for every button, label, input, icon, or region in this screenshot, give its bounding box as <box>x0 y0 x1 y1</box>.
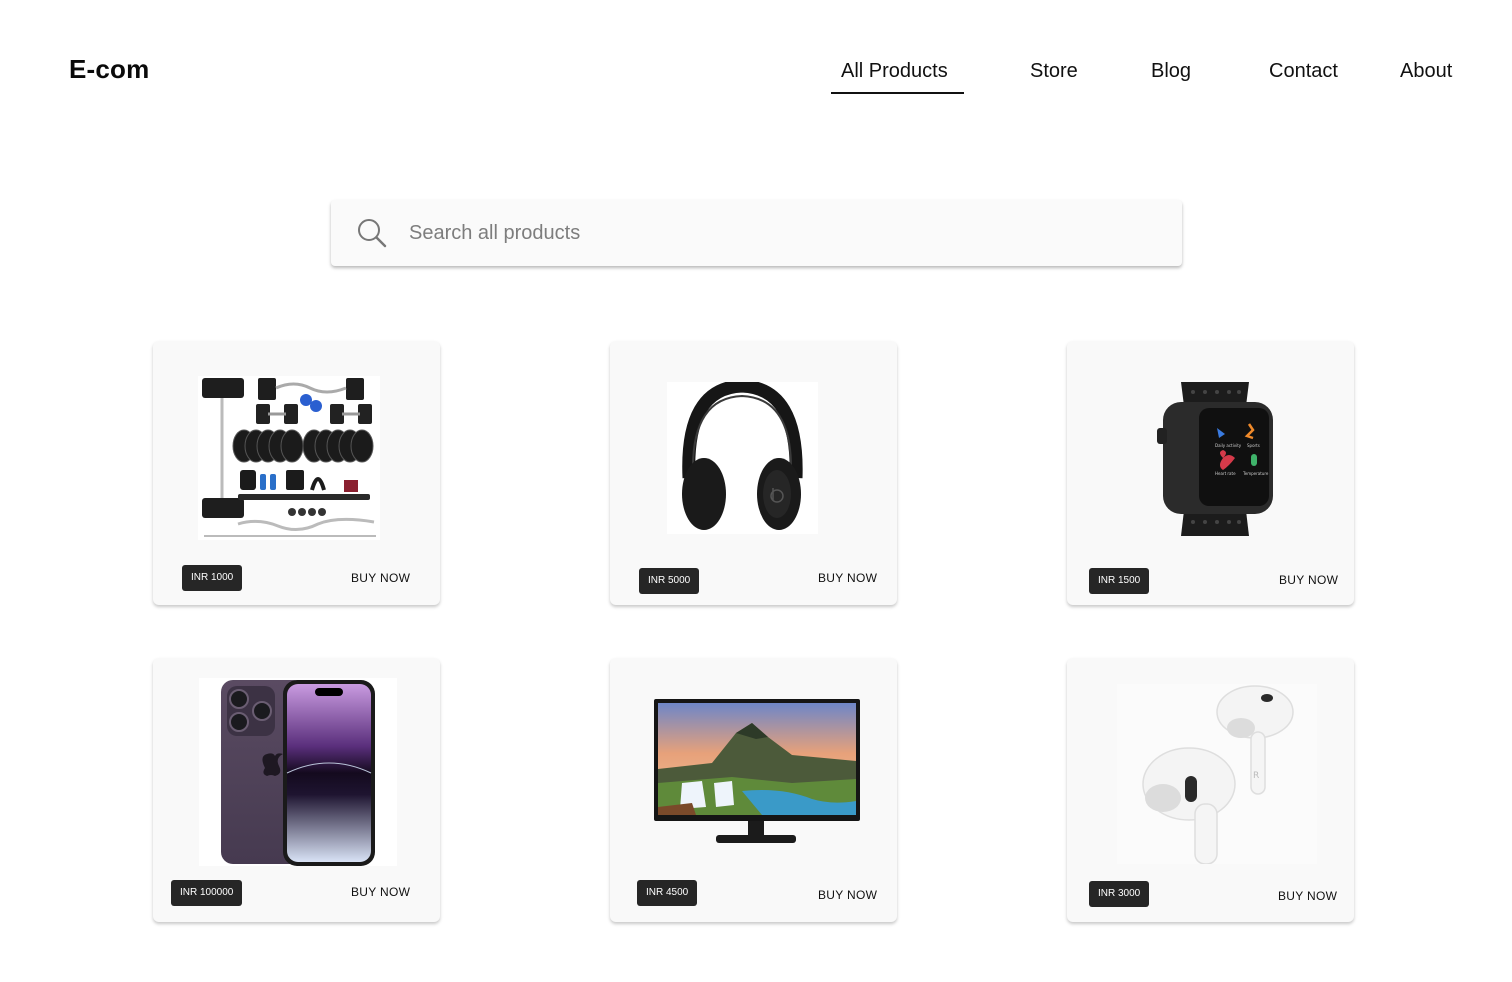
price-badge: INR 1000 <box>182 565 243 591</box>
price-badge: INR 4500 <box>637 880 698 906</box>
earbuds-image: R <box>1117 684 1317 864</box>
logo[interactable]: E-com <box>69 54 149 85</box>
svg-text:Daily activity: Daily activity <box>1215 443 1242 448</box>
dumbbell-set-image <box>198 376 380 540</box>
buy-now-button[interactable]: BUY NOW <box>1279 573 1338 587</box>
smartwatch-image: Daily activity Sports Heart rate Tempera… <box>1153 378 1279 540</box>
price-badge: INR 3000 <box>1089 881 1150 907</box>
nav-blog[interactable]: Blog <box>1151 60 1191 83</box>
search-input[interactable] <box>409 216 1149 250</box>
svg-text:Heart rate: Heart rate <box>1215 471 1236 476</box>
nav-contact[interactable]: Contact <box>1269 60 1338 83</box>
buy-now-button[interactable]: BUY NOW <box>818 571 877 585</box>
search-icon <box>355 216 389 250</box>
nav-store[interactable]: Store <box>1030 60 1078 83</box>
price-badge: INR 1500 <box>1089 568 1150 594</box>
svg-text:R: R <box>1253 771 1259 781</box>
price-badge: INR 100000 <box>171 880 243 906</box>
nav-active-underline <box>831 92 964 94</box>
price-badge: INR 5000 <box>639 568 700 594</box>
nav-all-products[interactable]: All Products <box>841 60 948 83</box>
smartphone-image <box>199 678 397 866</box>
nav-about[interactable]: About <box>1400 60 1452 83</box>
svg-text:Sports: Sports <box>1247 443 1260 448</box>
headphones-image <box>667 382 818 534</box>
buy-now-button[interactable]: BUY NOW <box>351 885 410 899</box>
buy-now-button[interactable]: BUY NOW <box>351 571 410 585</box>
buy-now-button[interactable]: BUY NOW <box>818 888 877 902</box>
svg-text:Temperature: Temperature <box>1242 471 1269 476</box>
buy-now-button[interactable]: BUY NOW <box>1278 889 1337 903</box>
monitor-image <box>652 697 860 849</box>
